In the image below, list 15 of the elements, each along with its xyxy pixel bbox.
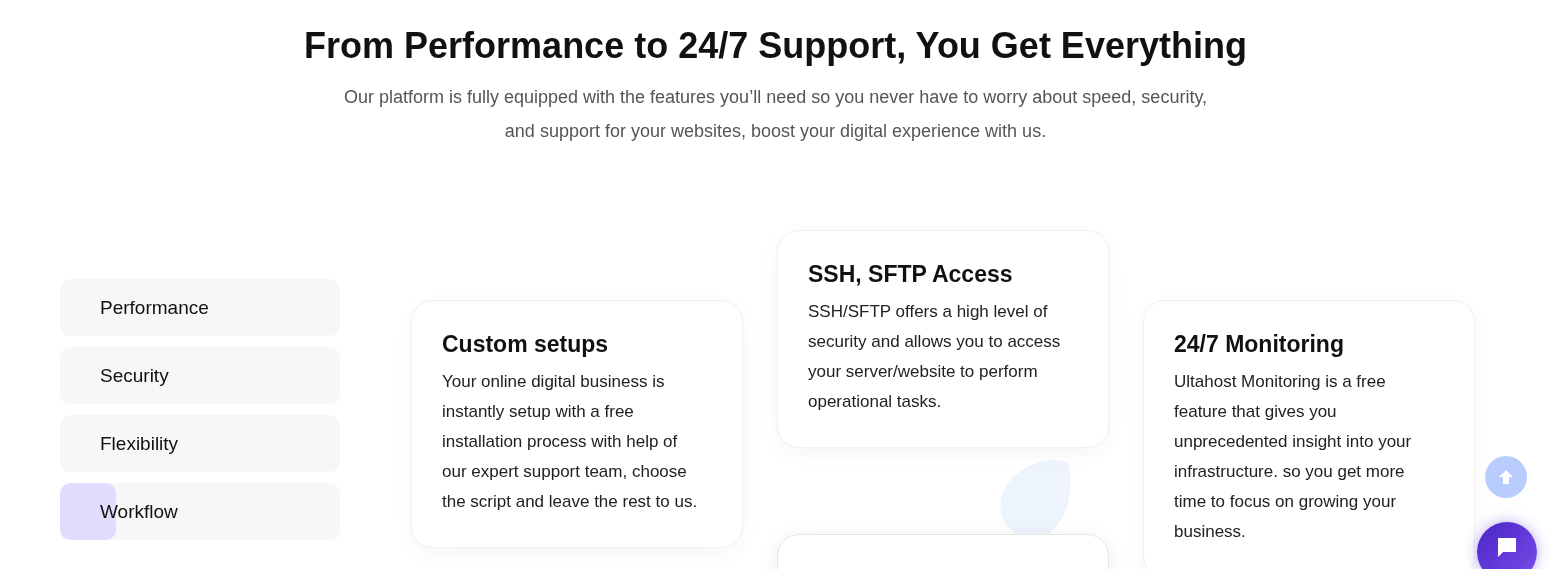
- card-title: Custom setups: [442, 330, 610, 359]
- section-heading: From Performance to 24/7 Support, You Get Everything: [303, 24, 1248, 68]
- arrow-up-icon: [1497, 468, 1515, 486]
- card-title: 24/7 Monitoring: [1174, 330, 1345, 359]
- chat-icon: [1496, 536, 1518, 558]
- chat-button[interactable]: [1477, 522, 1537, 569]
- feature-tab[interactable]: Workflow: [60, 483, 340, 540]
- card-text: Ultahost Monitoring is a free feature that gives you unprecedented insight into your infrastructure. so you get more time to focus on growing your business.: [1174, 371, 1413, 543]
- intro-text: Our platform is fully equipped with the features you’ll need so you never have to worry about speed, security, and support for your websites, boost your digital experience with us.: [342, 86, 1209, 143]
- feature-tab[interactable]: Security: [60, 347, 340, 404]
- feature-tab[interactable]: Performance: [60, 279, 340, 336]
- card-text: SSH/SFTP offers a high level of security and allows you to access your server/website to perform operational tasks.: [808, 301, 1062, 413]
- card-title: SSH, SFTP Access: [808, 260, 1014, 289]
- card-text: Your online digital business is instantly setup with a free installation process with help of our expert support team, choose the script and leave the rest to us.: [442, 371, 699, 513]
- feature-tab[interactable]: Flexibility: [60, 415, 340, 472]
